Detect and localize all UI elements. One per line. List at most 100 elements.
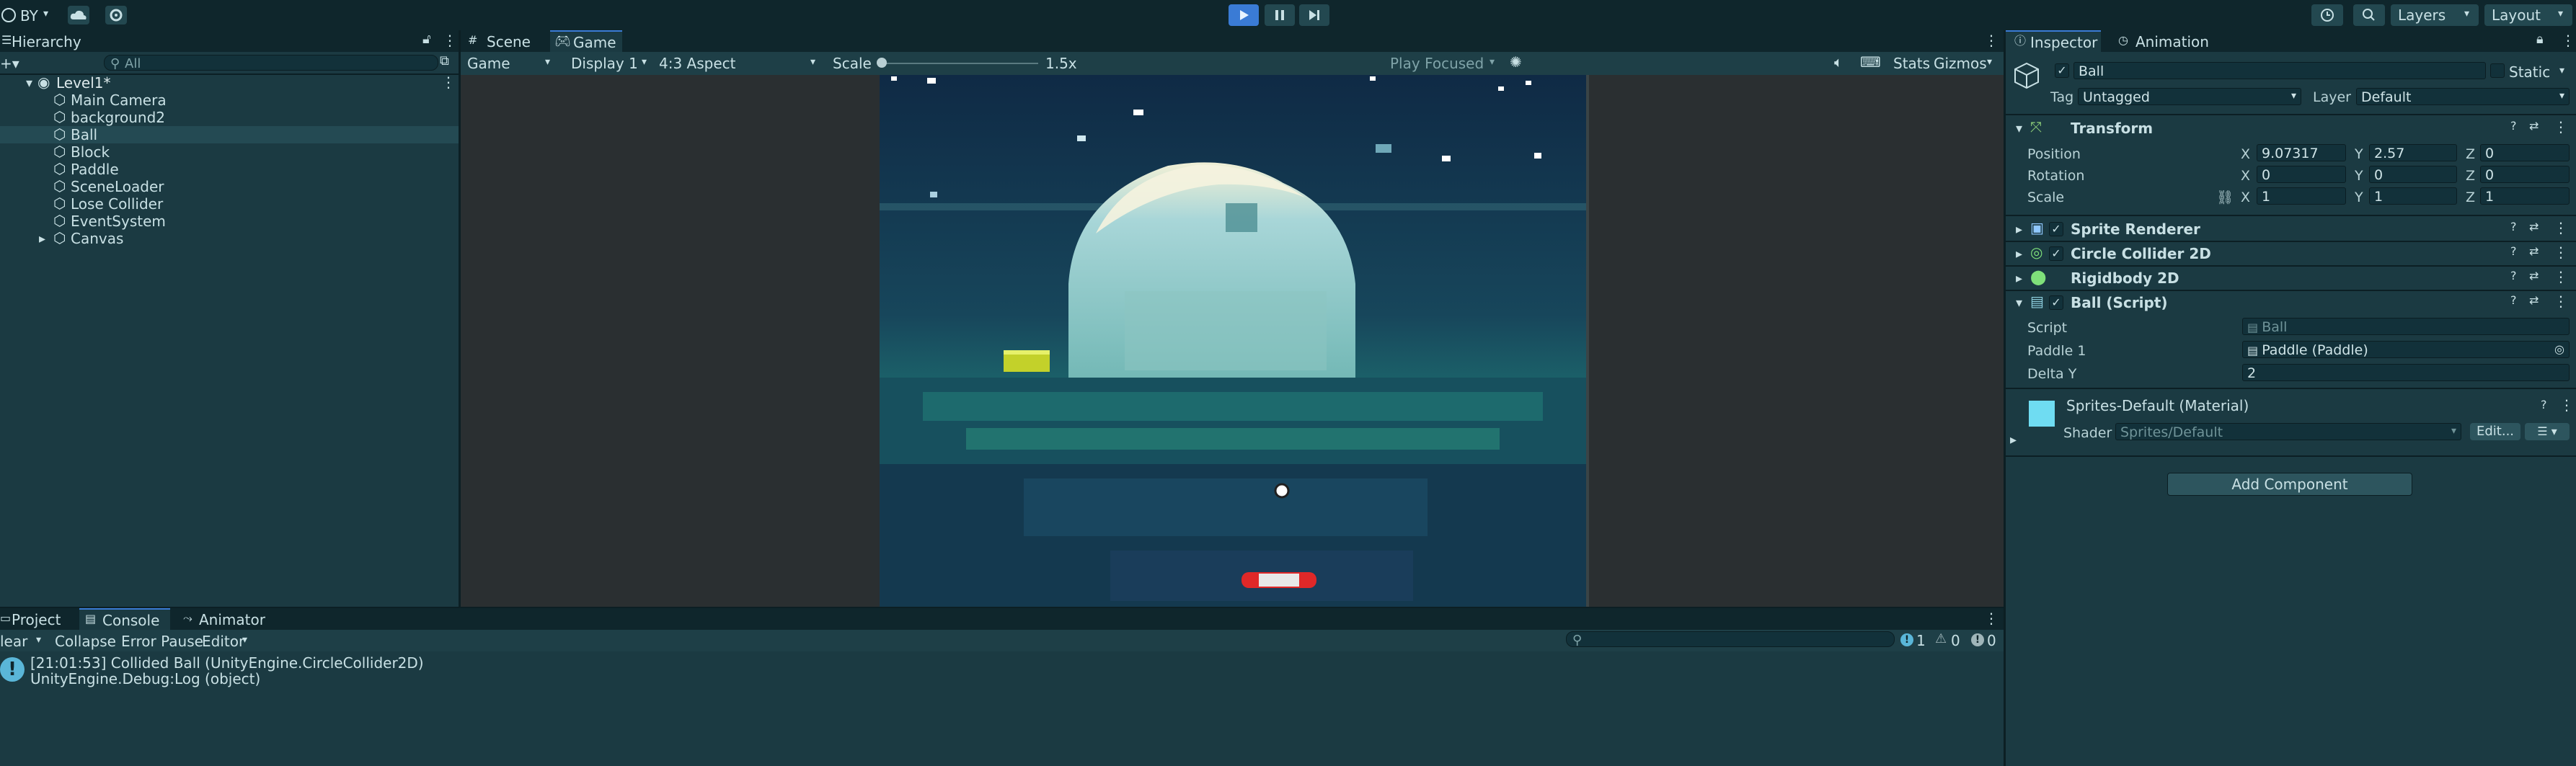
hierarchy-search-input[interactable]: ⚲ All [104,55,438,71]
hierarchy-item[interactable]: ⬡ SceneLoader [0,178,459,195]
account-label[interactable]: BY [20,9,38,23]
cloud-icon[interactable] [68,6,89,25]
paddle-reference-field[interactable]: ▤ Paddle (Paddle) ◎ [2242,341,2570,358]
add-component-button[interactable]: Add Component [2167,473,2412,496]
keyboard-icon[interactable]: ⌨ [1860,55,1881,69]
tab-animator[interactable]: ⤳ Animator [180,608,267,630]
circle-collider-header[interactable]: ▸ ◎ ✓ Circle Collider 2D ? ⇄ ⋮ [2011,242,2574,266]
game-menu-icon[interactable]: ⋮ [1984,33,1999,48]
preset-icon[interactable]: ⇄ [2529,270,2539,282]
scale-y-field[interactable]: 1 [2369,187,2457,205]
position-x-field[interactable]: 9.07317 [2257,144,2346,161]
transform-header[interactable]: ▾ ⤧ Transform ? ⇄ ⋮ [2011,117,2574,141]
account-chevron-icon[interactable]: ▾ [43,9,48,19]
tab-game[interactable]: 🎮︎ Game [550,30,622,52]
preset-icon[interactable]: ⇄ [2529,221,2539,233]
layer-dropdown[interactable]: Default ▾ [2356,88,2570,105]
layout-dropdown[interactable]: Layout ▾ [2484,4,2572,26]
help-icon[interactable]: ? [2510,270,2517,282]
position-y-field[interactable]: 2.57 [2369,144,2457,161]
rigidbody-header[interactable]: ▸ ⬤ Rigidbody 2D ? ⇄ ⋮ [2011,267,2574,290]
account-icon[interactable] [1,8,16,22]
enabled-checkbox[interactable]: ✓ [2049,246,2063,261]
clear-chevron-icon[interactable]: ▾ [36,635,41,645]
hierarchy-item[interactable]: ⬡ Lose Collider [0,195,459,213]
hierarchy-item[interactable]: ⬡ background2 [0,109,459,126]
help-icon[interactable]: ? [2510,221,2517,233]
material-menu-icon[interactable]: ⋮ [2559,398,2574,412]
history-button[interactable] [2311,4,2343,26]
expand-arrow-icon[interactable]: ▾ [26,76,32,91]
scene-menu-icon[interactable]: ⋮ [441,75,456,89]
scene-visibility-icon[interactable]: ⧉ [440,55,449,68]
constrain-proportions-icon[interactable]: ⛓ [2216,189,2234,205]
expand-arrow-icon[interactable]: ▸ [39,231,45,246]
preset-icon[interactable]: ⇄ [2529,120,2539,132]
component-menu-icon[interactable]: ⋮ [2554,120,2568,134]
active-checkbox[interactable]: ✓ [2055,63,2069,78]
tag-dropdown[interactable]: Untagged ▾ [2078,88,2301,105]
log-filter-toggle[interactable]: ! 1 [1898,631,1929,649]
collapse-button[interactable]: Collapse [55,634,116,649]
create-plus-icon[interactable]: +▾ [0,56,19,71]
component-menu-icon[interactable]: ⋮ [2554,245,2568,259]
help-icon[interactable]: ? [2510,295,2517,306]
scene-row[interactable]: ▾ ◉ Level1* ⋮ [0,74,459,92]
lock-icon[interactable]: 🔓︎ [422,33,431,46]
play-button[interactable] [1229,4,1259,26]
hierarchy-item[interactable]: ⬡ EventSystem [0,213,459,230]
editor-dropdown[interactable]: Editor ▾ [202,631,254,649]
layers-dropdown[interactable]: Layers ▾ [2391,4,2479,26]
hierarchy-tab[interactable]: Hierarchy [12,35,81,49]
preset-icon[interactable]: ⇄ [2529,295,2539,306]
component-menu-icon[interactable]: ⋮ [2554,294,2568,308]
debug-bug-icon[interactable]: ✺ [1510,55,1522,69]
expand-arrow-icon[interactable]: ▸ [2016,222,2022,237]
enabled-checkbox[interactable]: ✓ [2049,295,2063,310]
enabled-checkbox[interactable]: ✓ [2049,222,2063,236]
help-icon[interactable]: ? [2541,399,2547,411]
display-dropdown[interactable]: Display 1 ▾ [570,55,655,72]
tab-inspector[interactable]: ⓘ Inspector [2006,30,2101,52]
hierarchy-item[interactable]: ▸ ⬡ Canvas [0,230,459,247]
expand-arrow-icon[interactable]: ▸ [2016,246,2022,262]
error-filter-toggle[interactable]: ! 0 [1968,631,2001,649]
expand-arrow-icon[interactable]: ▾ [2016,295,2022,311]
stats-button[interactable]: Stats [1893,56,1930,71]
inspector-menu-icon[interactable]: ⋮ [2561,33,2575,48]
scale-x-field[interactable]: 1 [2257,187,2346,205]
position-z-field[interactable]: 0 [2480,144,2570,161]
delta-y-field[interactable]: 2 [2242,364,2570,381]
scale-z-field[interactable]: 1 [2480,187,2570,205]
clear-button[interactable]: lear [0,634,27,649]
component-menu-icon[interactable]: ⋮ [2554,270,2568,284]
shader-dropdown[interactable]: Sprites/Default ▾ [2115,423,2461,440]
tab-console[interactable]: ▤ Console [79,608,170,630]
gizmos-chevron-icon[interactable]: ▾ [1987,57,1992,67]
aspect-dropdown[interactable]: 4:3 Aspect ▾ [658,55,825,72]
expand-arrow-icon[interactable]: ▾ [2016,121,2022,136]
pause-button[interactable] [1265,4,1295,26]
scale-slider-track[interactable] [881,63,1038,64]
ball-script-header[interactable]: ▾ ▤ ✓ Ball (Script) ? ⇄ ⋮ [2011,291,2574,315]
scale-slider-handle[interactable] [877,58,887,68]
object-picker-icon[interactable]: ◎ [2554,342,2564,356]
tab-animation[interactable]: ◷ Animation [2115,30,2216,52]
sprite-renderer-header[interactable]: ▸ ▣ ✓ Sprite Renderer ? ⇄ ⋮ [2011,218,2574,241]
error-pause-button[interactable]: Error Pause [121,634,203,649]
hierarchy-item-selected[interactable]: ⬡ Ball [0,126,459,143]
edit-shader-button[interactable]: Edit... [2470,423,2520,440]
tab-scene[interactable]: # Scene [461,30,539,52]
static-chevron-icon[interactable]: ▾ [2559,66,2564,76]
play-focused-dropdown[interactable]: Play Focused ▾ [1389,55,1504,72]
console-log-entry[interactable]: ! [21:01:53] Collided Ball (UnityEngine.… [0,653,2004,687]
hierarchy-item[interactable]: ⬡ Paddle [0,161,459,178]
step-button[interactable] [1299,4,1329,26]
help-icon[interactable]: ? [2510,246,2517,257]
hierarchy-item[interactable]: ⬡ Block [0,143,459,161]
game-mode-dropdown[interactable]: Game ▾ [466,55,558,72]
rotation-y-field[interactable]: 0 [2369,166,2457,183]
tab-project[interactable]: ▭ Project [0,608,72,630]
settings-icon[interactable] [105,6,127,25]
console-menu-icon[interactable]: ⋮ [1984,611,1999,625]
